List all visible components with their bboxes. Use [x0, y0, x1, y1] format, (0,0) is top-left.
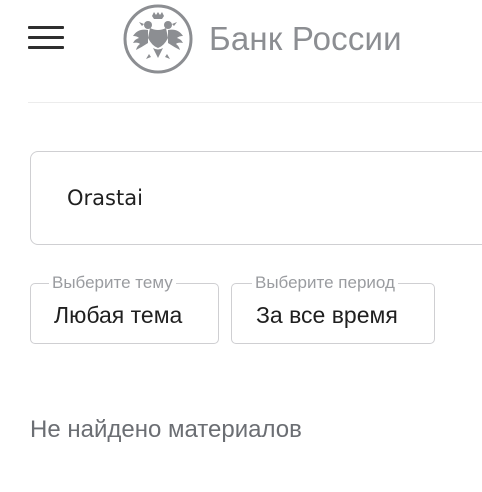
header-divider [28, 102, 482, 103]
hamburger-line [28, 26, 64, 29]
logo-text: Банк России [209, 20, 402, 57]
period-select-legend: Выберите период [252, 274, 398, 292]
period-select[interactable]: Выберите период За все время [231, 274, 435, 344]
topic-select[interactable]: Выберите тему Любая тема [30, 274, 219, 344]
hamburger-line [28, 36, 64, 39]
search-box[interactable] [30, 151, 482, 245]
double-headed-eagle-emblem-icon [123, 4, 193, 74]
period-select-value: За все время [256, 302, 398, 328]
search-input[interactable] [67, 180, 467, 216]
hamburger-menu-icon[interactable] [28, 25, 64, 49]
topic-select-value: Любая тема [54, 302, 183, 328]
bank-logo-link[interactable]: Банк России [123, 3, 402, 75]
hamburger-line [28, 46, 64, 49]
empty-results-message: Не найдено материалов [30, 416, 302, 443]
topic-select-legend: Выберите тему [49, 274, 176, 292]
